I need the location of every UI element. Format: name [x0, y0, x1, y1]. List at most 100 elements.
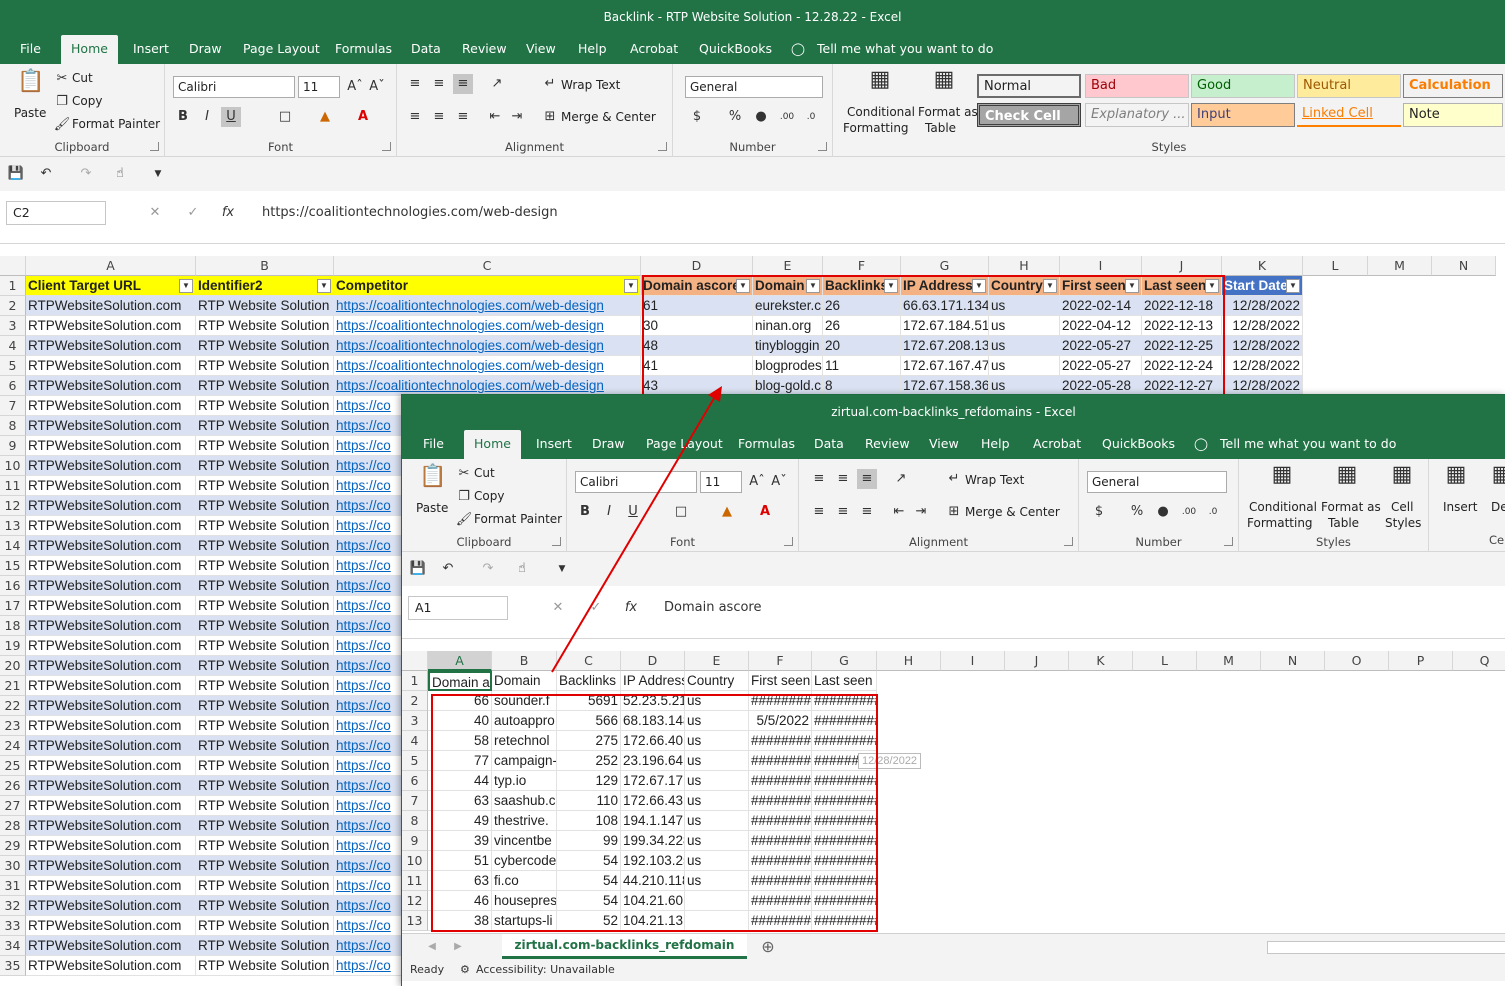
- data-cell[interactable]: us: [685, 831, 749, 851]
- data-cell[interactable]: #########: [812, 711, 877, 731]
- data-cell[interactable]: cybercode: [492, 851, 557, 871]
- comma-icon[interactable]: ●: [751, 107, 771, 127]
- cell-client-url[interactable]: RTPWebsiteSolution.com: [26, 716, 196, 736]
- row-header[interactable]: 1: [0, 276, 26, 296]
- data-cell[interactable]: campaign-: [492, 751, 557, 771]
- cut-button[interactable]: Cut: [72, 71, 93, 85]
- data-cell[interactable]: 8: [823, 376, 901, 396]
- data-cell[interactable]: 199.34.228: [621, 831, 685, 851]
- borders-icon[interactable]: □: [275, 107, 295, 127]
- data-cell[interactable]: 12/28/2022: [1222, 316, 1303, 336]
- cell-client-url[interactable]: RTPWebsiteSolution.com: [26, 756, 196, 776]
- data-cell[interactable]: 44.210.118: [621, 871, 685, 891]
- cell-client-url[interactable]: RTPWebsiteSolution.com: [26, 436, 196, 456]
- row-header[interactable]: 25: [0, 756, 26, 776]
- cell-client-url[interactable]: RTPWebsiteSolution.com: [26, 576, 196, 596]
- cell-identifier[interactable]: RTP Website Solution: [196, 956, 334, 976]
- cell-identifier[interactable]: RTP Website Solution: [196, 336, 334, 356]
- decrease-decimal-icon[interactable]: .0: [801, 107, 821, 127]
- cell-client-url[interactable]: RTPWebsiteSolution.com: [26, 356, 196, 376]
- data-cell[interactable]: 20: [823, 336, 901, 356]
- column-header-i[interactable]: I: [941, 651, 1005, 671]
- wrap-text-button[interactable]: Wrap Text: [965, 473, 1024, 487]
- cell-client-url[interactable]: RTPWebsiteSolution.com: [26, 376, 196, 396]
- table-header-cell[interactable]: Competitor ▼: [334, 276, 641, 296]
- data-cell[interactable]: 52.23.5.21: [621, 691, 685, 711]
- cell-identifier[interactable]: RTP Website Solution: [196, 536, 334, 556]
- font-color-icon[interactable]: A: [353, 107, 373, 127]
- row-header[interactable]: 34: [0, 936, 26, 956]
- row-header[interactable]: 9: [402, 831, 428, 851]
- data-cell[interactable]: 2022-04-12: [1060, 316, 1142, 336]
- cancel-icon[interactable]: ✕: [145, 203, 165, 223]
- data-cell[interactable]: startups-li: [492, 911, 557, 931]
- conditional-formatting-label-2[interactable]: Formatting: [1247, 516, 1313, 530]
- top-align-icon[interactable]: ≡: [405, 74, 425, 94]
- data-cell[interactable]: us: [685, 771, 749, 791]
- header-cell[interactable]: Last seen: [812, 671, 877, 691]
- cell-identifier[interactable]: RTP Website Solution: [196, 436, 334, 456]
- enter-icon[interactable]: ✓: [586, 598, 606, 618]
- cell-identifier[interactable]: RTP Website Solution: [196, 756, 334, 776]
- format-as-table-label-1[interactable]: Format as: [1321, 500, 1381, 514]
- column-header-n[interactable]: N: [1261, 651, 1325, 671]
- data-cell[interactable]: 30: [641, 316, 753, 336]
- cell-client-url[interactable]: RTPWebsiteSolution.com: [26, 476, 196, 496]
- data-cell[interactable]: 2022-12-18: [1142, 296, 1222, 316]
- cell-identifier[interactable]: RTP Website Solution: [196, 856, 334, 876]
- cell-identifier[interactable]: RTP Website Solution: [196, 836, 334, 856]
- row-header[interactable]: 10: [0, 456, 26, 476]
- row-header[interactable]: 27: [0, 796, 26, 816]
- bottom-align-icon[interactable]: ≡: [453, 74, 473, 94]
- touch-mode-icon[interactable]: ☝: [512, 559, 532, 579]
- data-cell[interactable]: 63: [428, 871, 492, 891]
- data-cell[interactable]: #########: [812, 791, 877, 811]
- row-header[interactable]: 2: [402, 691, 428, 711]
- cell-client-url[interactable]: RTPWebsiteSolution.com: [26, 836, 196, 856]
- number-format-select[interactable]: General: [685, 76, 823, 98]
- data-cell[interactable]: blogprodes: [753, 356, 823, 376]
- data-cell[interactable]: 2022-12-27: [1142, 376, 1222, 396]
- row-header[interactable]: 7: [402, 791, 428, 811]
- currency-icon[interactable]: $: [687, 107, 707, 127]
- cell-client-url[interactable]: RTPWebsiteSolution.com: [26, 556, 196, 576]
- row-header[interactable]: 4: [0, 336, 26, 356]
- prev-sheet-icon[interactable]: ◀: [422, 937, 442, 957]
- customize-qat-icon[interactable]: ▼: [148, 164, 168, 184]
- data-cell[interactable]: retechnol: [492, 731, 557, 751]
- data-cell[interactable]: 61: [641, 296, 753, 316]
- cell-client-url[interactable]: RTPWebsiteSolution.com: [26, 496, 196, 516]
- customize-qat-icon[interactable]: ▼: [552, 559, 572, 579]
- cell-client-url[interactable]: RTPWebsiteSolution.com: [26, 336, 196, 356]
- fill-color-icon[interactable]: ▲: [717, 502, 737, 522]
- conditional-formatting-icon[interactable]: ▦: [865, 69, 895, 100]
- align-right-icon[interactable]: ≡: [453, 107, 473, 127]
- data-cell[interactable]: 26: [823, 296, 901, 316]
- data-cell[interactable]: 54: [557, 851, 621, 871]
- style-note[interactable]: Note: [1403, 103, 1503, 127]
- row-header[interactable]: 6: [402, 771, 428, 791]
- clipboard-launcher-icon[interactable]: [150, 142, 159, 151]
- increase-decimal-icon[interactable]: .00: [1179, 502, 1199, 522]
- tab-page-layout[interactable]: Page Layout: [243, 35, 320, 64]
- data-cell[interactable]: us: [989, 376, 1060, 396]
- row-header[interactable]: 13: [0, 516, 26, 536]
- save-icon[interactable]: 💾: [408, 559, 428, 579]
- data-cell[interactable]: 12/28/2022: [1222, 336, 1303, 356]
- data-cell[interactable]: 172.67.158.36: [901, 376, 989, 396]
- data-cell[interactable]: 172.66.40.: [621, 731, 685, 751]
- cell-identifier[interactable]: RTP Website Solution: [196, 616, 334, 636]
- cell-client-url[interactable]: RTPWebsiteSolution.com: [26, 796, 196, 816]
- percent-icon[interactable]: %: [725, 107, 745, 127]
- cell-identifier[interactable]: RTP Website Solution: [196, 356, 334, 376]
- column-header-g[interactable]: G: [901, 256, 989, 276]
- data-cell[interactable]: 40: [428, 711, 492, 731]
- number-launcher-icon[interactable]: [818, 142, 827, 151]
- cell-identifier[interactable]: RTP Website Solution: [196, 316, 334, 336]
- row-header[interactable]: 3: [0, 316, 26, 336]
- data-cell[interactable]: #########: [749, 911, 812, 931]
- column-header-q[interactable]: Q: [1453, 651, 1505, 671]
- data-cell[interactable]: 2022-12-13: [1142, 316, 1222, 336]
- cell-identifier[interactable]: RTP Website Solution: [196, 416, 334, 436]
- data-cell[interactable]: autoappro: [492, 711, 557, 731]
